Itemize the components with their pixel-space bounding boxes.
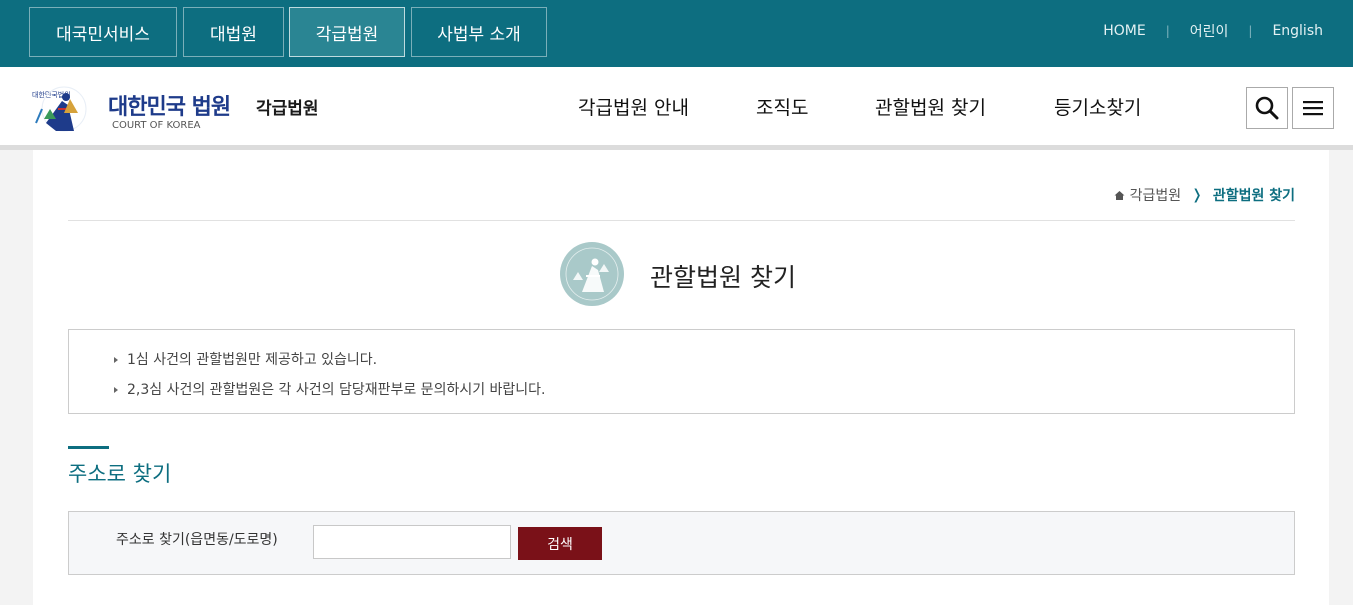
breadcrumb-current: 관할법원 찾기 [1212,188,1295,204]
top-links: HOME | 어린이 | English [1103,0,1323,62]
title-divider [68,220,1295,221]
logo-name-en: COURT OF KOREA [112,120,201,131]
nav-find-court[interactable]: 관할법원 찾기 [875,93,986,120]
notice-text: 1심 사건의 관할법원만 제공하고 있습니다. [127,352,378,368]
home-icon[interactable] [1114,190,1125,201]
top-tab-supreme-court[interactable]: 대법원 [183,7,284,57]
logo-subtitle: 각급법원 [256,99,319,119]
logo-name-ko: 대한민국 법원 [108,95,231,120]
breadcrumb: 각급법원 ❭ 관할법원 찾기 [1114,185,1295,205]
address-search-button[interactable]: 검색 [518,527,602,560]
home-link[interactable]: HOME [1103,23,1145,39]
page-title: 관할법원 찾기 [650,263,796,292]
top-tab-public-service[interactable]: 대국민서비스 [29,7,177,57]
section-accent-bar [68,446,109,449]
top-tab-courts[interactable]: 각급법원 [289,7,405,57]
kids-link[interactable]: 어린이 [1190,21,1229,41]
search-button[interactable] [1246,87,1288,129]
hamburger-icon [1303,101,1323,116]
notice-box: 1심 사건의 관할법원만 제공하고 있습니다. 2,3심 사건의 관할법원은 각… [68,329,1295,414]
nav-org-chart[interactable]: 조직도 [756,93,808,120]
menu-button[interactable] [1292,87,1334,129]
english-link[interactable]: English [1272,23,1323,39]
link-separator: | [1248,24,1253,38]
notice-text: 2,3심 사건의 관할법원은 각 사건의 담당재판부로 문의하시기 바랍니다. [127,382,546,398]
top-tab-judiciary-intro[interactable]: 사법부 소개 [411,7,547,57]
title-emblem-icon [560,242,624,306]
notice-item: 1심 사건의 관할법원만 제공하고 있습니다. [114,349,377,369]
site-logo[interactable]: 대한민국법원 대한민국 법원 각급법원 COURT OF KOREA [28,77,338,137]
notice-item: 2,3심 사건의 관할법원은 각 사건의 담당재판부로 문의하시기 바랍니다. [114,379,546,399]
nav-find-registry[interactable]: 등기소찾기 [1054,93,1141,120]
breadcrumb-chevron-icon: ❭ [1191,187,1203,203]
breadcrumb-parent[interactable]: 각급법원 [1130,185,1182,205]
nav-courts-info[interactable]: 각급법원 안내 [578,93,689,120]
address-search-label: 주소로 찾기(읍면동/도로명) [116,532,278,548]
address-search-input[interactable] [313,525,511,559]
bullet-icon [114,387,118,393]
link-separator: | [1165,24,1170,38]
search-icon [1255,96,1279,120]
top-bar: 대국민서비스 대법원 각급법원 사법부 소개 HOME | 어린이 | Engl… [0,0,1353,67]
court-seal-icon: 대한민국법원 [32,86,87,132]
bullet-icon [114,357,118,363]
main-content: 각급법원 ❭ 관할법원 찾기 관할법원 찾기 1심 사건의 관할법원만 제공하고… [33,150,1329,605]
section-title: 주소로 찾기 [68,462,172,486]
header: 대한민국법원 대한민국 법원 각급법원 COURT OF KOREA 각급법원 … [0,67,1353,145]
address-search-box: 주소로 찾기(읍면동/도로명) 검색 [68,511,1295,575]
